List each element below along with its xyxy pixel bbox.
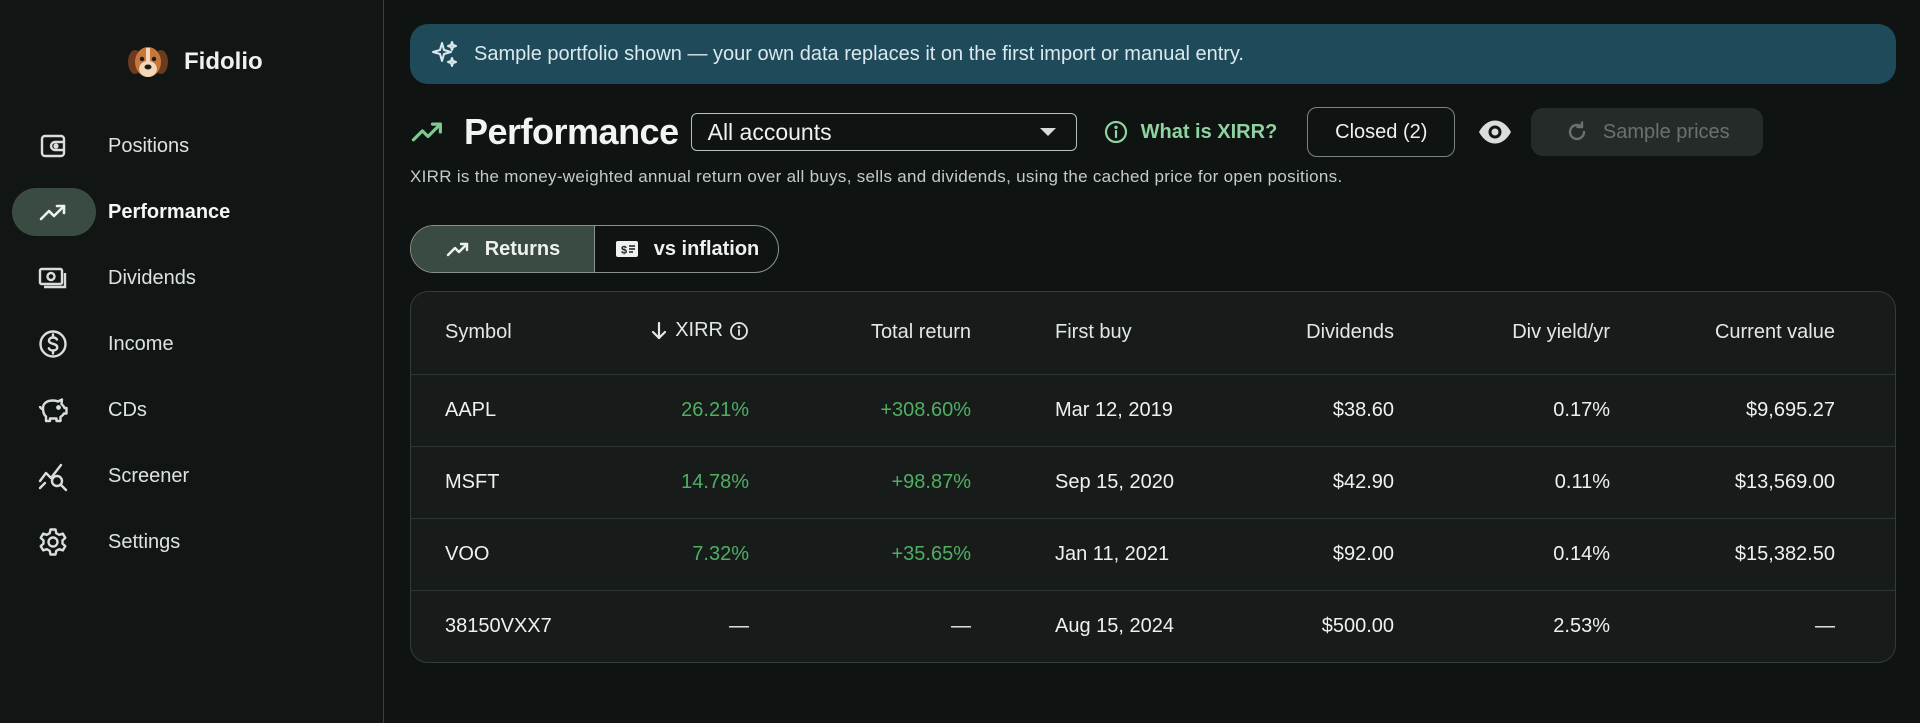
trending-up-icon <box>411 122 442 142</box>
sidebar-item-dividends[interactable]: Dividends <box>12 254 372 302</box>
view-toggle: Returns $ vs inflation <box>410 225 779 273</box>
sample-prices-button[interactable]: Sample prices <box>1531 108 1764 156</box>
sidebar-item-label: Income <box>108 332 174 355</box>
sidebar-nav: Positions Performance Dividends Income C… <box>12 122 372 584</box>
col-dividends[interactable]: Dividends <box>1235 292 1394 375</box>
cell-dividends: $92.00 <box>1332 542 1394 565</box>
account-select[interactable]: All accounts <box>690 113 1077 151</box>
cash-icon <box>36 262 70 294</box>
col-xirr[interactable]: XIRR <box>611 292 749 375</box>
sidebar-item-performance[interactable]: Performance <box>12 188 372 236</box>
wallet-icon <box>36 130 70 162</box>
sample-prices-label: Sample prices <box>1602 120 1730 143</box>
cell-xirr: 26.21% <box>681 398 749 421</box>
col-symbol[interactable]: Symbol <box>411 292 611 375</box>
cell-xirr: 7.32% <box>692 542 749 565</box>
svg-text:$: $ <box>621 245 627 257</box>
caret-down-icon <box>1039 128 1056 136</box>
sidebar-item-label: Settings <box>108 530 181 553</box>
cell-symbol: AAPL <box>445 398 497 421</box>
cell-current-value: $15,382.50 <box>1734 542 1835 565</box>
sidebar-item-settings[interactable]: Settings <box>12 518 372 566</box>
table-row[interactable]: 38150VXX7 — — Aug 15, 2024 $500.00 2.53%… <box>411 590 1895 662</box>
cell-symbol: 38150VXX7 <box>445 614 552 637</box>
closed-positions-button[interactable]: Closed (2) <box>1307 107 1456 157</box>
sidebar-item-positions[interactable]: Positions <box>12 122 372 170</box>
cell-first-buy: Jan 11, 2021 <box>1055 542 1170 565</box>
page-subtitle: XIRR is the money-weighted annual return… <box>410 167 1343 186</box>
app-name: Fidolio <box>184 48 263 75</box>
brand[interactable]: Fidolio <box>126 42 263 82</box>
sidebar-item-label: Performance <box>108 200 231 223</box>
cell-total-return: +35.65% <box>891 542 971 565</box>
cell-total-return: — <box>951 614 971 637</box>
page-title: Performance <box>464 111 679 152</box>
cell-xirr: — <box>729 614 749 637</box>
tab-returns[interactable]: Returns <box>411 226 595 272</box>
performance-table: Symbol XIRR Total return First buy Divid… <box>410 291 1896 663</box>
dog-logo-icon <box>128 47 168 77</box>
table-row[interactable]: MSFT 14.78% +98.87% Sep 15, 2020 $42.90 … <box>411 446 1895 518</box>
cell-total-return: +308.60% <box>880 398 971 421</box>
cell-current-value: $13,569.00 <box>1734 470 1835 493</box>
sidebar-item-cds[interactable]: CDs <box>12 386 372 434</box>
col-current-value[interactable]: Current value <box>1610 292 1895 375</box>
cell-div-yield: 0.14% <box>1553 542 1610 565</box>
trending-up-icon <box>446 242 468 257</box>
cell-first-buy: Sep 15, 2020 <box>1055 470 1174 493</box>
tab-vs-inflation[interactable]: $ vs inflation <box>595 226 778 272</box>
cell-first-buy: Aug 15, 2024 <box>1055 614 1174 637</box>
dollar-circle-icon <box>36 328 70 360</box>
cell-div-yield: 2.53% <box>1553 614 1610 637</box>
col-total-return[interactable]: Total return <box>749 292 971 375</box>
info-icon[interactable] <box>729 321 749 341</box>
account-select-value: All accounts <box>707 118 832 145</box>
table-row[interactable]: AAPL 26.21% +308.60% Mar 12, 2019 $38.60… <box>411 374 1895 446</box>
sidebar-item-label: Positions <box>108 134 190 157</box>
cell-dividends: $42.90 <box>1332 470 1394 493</box>
screener-icon <box>36 460 70 492</box>
cell-total-return: +98.87% <box>891 470 971 493</box>
cell-xirr: 14.78% <box>681 470 749 493</box>
sidebar-item-income[interactable]: Income <box>12 320 372 368</box>
sidebar: Fidolio Positions Performance Dividends … <box>0 0 384 723</box>
table-row[interactable]: VOO 7.32% +35.65% Jan 11, 2021 $92.00 0.… <box>411 518 1895 590</box>
cell-div-yield: 0.17% <box>1553 398 1610 421</box>
cell-symbol: VOO <box>445 542 490 565</box>
cell-dividends: $38.60 <box>1332 398 1394 421</box>
sidebar-item-label: Dividends <box>108 266 196 289</box>
cell-dividends: $500.00 <box>1321 614 1394 637</box>
sidebar-item-label: Screener <box>108 464 190 487</box>
table-header-row: Symbol XIRR Total return First buy Divid… <box>411 292 1895 375</box>
eye-icon[interactable] <box>1477 114 1513 150</box>
sparkles-icon <box>432 41 457 67</box>
cell-symbol: MSFT <box>445 470 500 493</box>
currency-exchange-icon: $ <box>615 241 638 257</box>
refresh-icon <box>1568 121 1586 141</box>
sidebar-item-screener[interactable]: Screener <box>12 452 372 500</box>
cell-current-value: $9,695.27 <box>1746 398 1835 421</box>
main-content: Sample portfolio shown — your own data r… <box>410 0 1896 723</box>
banner-text: Sample portfolio shown — your own data r… <box>474 42 1244 65</box>
sample-banner: Sample portfolio shown — your own data r… <box>410 24 1896 84</box>
col-first-buy[interactable]: First buy <box>971 292 1235 375</box>
what-is-xirr-link[interactable]: What is XIRR? <box>1103 119 1277 145</box>
info-icon <box>1104 120 1127 144</box>
arrow-down-icon <box>652 321 667 339</box>
trending-up-icon <box>36 196 70 228</box>
page-header: Performance All accounts What is XIRR? C… <box>410 106 1896 158</box>
piggy-bank-icon <box>36 394 70 426</box>
col-div-yield[interactable]: Div yield/yr <box>1394 292 1610 375</box>
cell-div-yield: 0.11% <box>1554 470 1610 493</box>
gear-icon <box>36 526 70 558</box>
cell-first-buy: Mar 12, 2019 <box>1055 398 1173 421</box>
cell-current-value: — <box>1815 614 1835 637</box>
sidebar-item-label: CDs <box>108 398 147 421</box>
